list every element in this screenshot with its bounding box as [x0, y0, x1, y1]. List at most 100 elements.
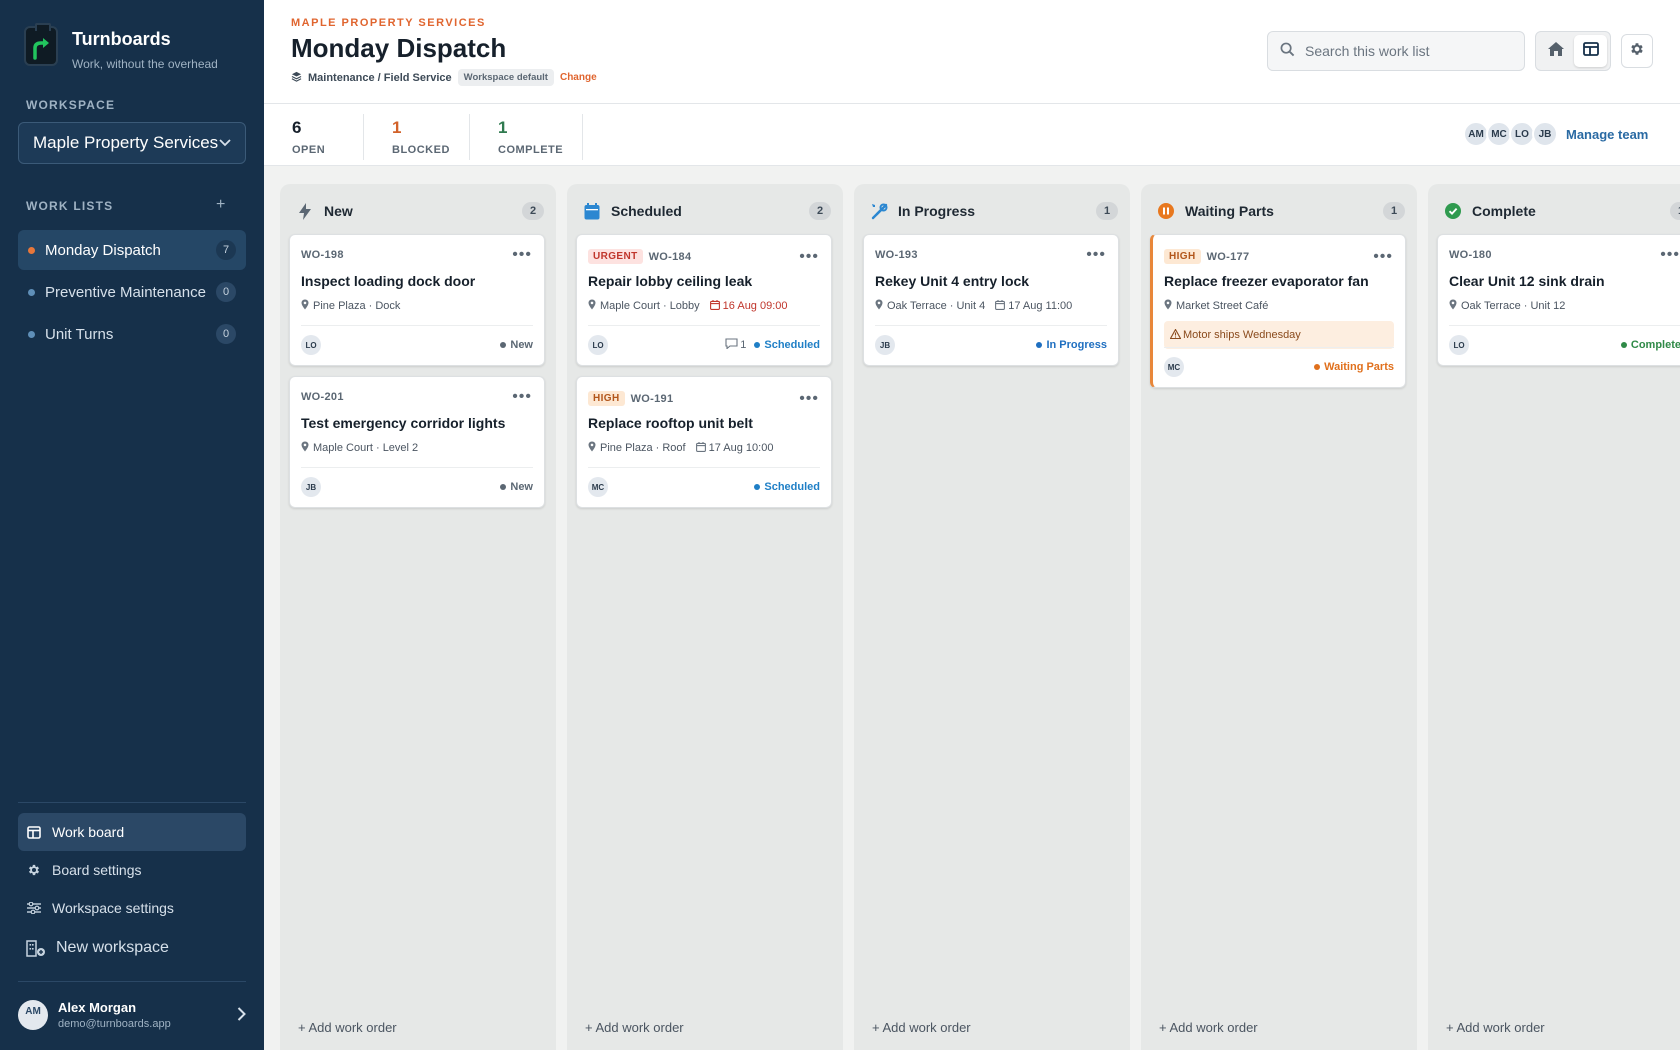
location-text: Pine Plaza · Roof [600, 442, 686, 454]
work-list-monday-dispatch[interactable]: Monday Dispatch 7 [18, 230, 246, 270]
user-menu[interactable]: AM Alex Morgan demo@turnboards.app [18, 1000, 246, 1030]
work-order-id: WO-191 [630, 392, 674, 405]
board-view-button[interactable] [1574, 35, 1607, 67]
work-list-unit-turns[interactable]: Unit Turns 0 [18, 314, 246, 354]
add-work-order-button[interactable]: + Add work order [872, 1020, 971, 1035]
work-order-card[interactable]: HIGH WO-177 ••• Replace freezer evaporator … [1150, 234, 1406, 388]
user-name: Alex Morgan [58, 1000, 137, 1015]
list-dot [28, 288, 35, 296]
more-options-icon[interactable]: ••• [512, 247, 532, 263]
add-work-order-button[interactable]: + Add work order [1446, 1020, 1545, 1035]
more-options-icon[interactable]: ••• [1373, 248, 1393, 264]
board-icon [26, 824, 42, 840]
card-location: Pine Plaza · Dock [301, 299, 400, 313]
work-order-card[interactable]: WO-193 ••• Rekey Unit 4 entry lock Oak Terr… [863, 234, 1119, 366]
priority-badge: HIGH [1164, 249, 1201, 264]
add-work-order-button[interactable]: + Add work order [1159, 1020, 1258, 1035]
settings-button[interactable] [1621, 34, 1653, 68]
comment-count[interactable]: 1 [725, 338, 746, 352]
card-footer: LO New [301, 335, 533, 355]
avatar: AM [18, 1000, 48, 1030]
nav-new-workspace[interactable]: New workspace [18, 929, 246, 967]
assignee-avatar[interactable]: JB [301, 477, 321, 497]
work-list-count: 0 [216, 282, 236, 302]
change-template-link[interactable]: Change [560, 72, 597, 83]
workspace-select[interactable]: Maple Property Services [18, 122, 246, 164]
add-work-order-button[interactable]: + Add work order [585, 1020, 684, 1035]
column-count: 2 [522, 202, 544, 220]
map-pin-icon [1449, 299, 1457, 313]
work-order-card[interactable]: WO-198 ••• Inspect loading dock door Pine P… [289, 234, 545, 366]
nav-board-settings[interactable]: Board settings [18, 851, 246, 889]
nav-work-board[interactable]: Work board [18, 813, 246, 851]
assignee-avatar[interactable]: LO [301, 335, 321, 355]
due-date-text: 17 Aug 10:00 [708, 442, 774, 454]
status-dot [1314, 364, 1321, 370]
calendar-icon [995, 299, 1006, 313]
app-name: Turnboards [72, 29, 171, 49]
list-dot [28, 246, 35, 254]
more-options-icon[interactable]: ••• [512, 389, 532, 405]
add-work-order-button[interactable]: + Add work order [298, 1020, 397, 1035]
work-order-id: WO-193 [875, 249, 918, 261]
assignee-avatar[interactable]: LO [588, 335, 608, 355]
status-text: In Progress [1046, 339, 1107, 351]
work-list-label: Unit Turns [45, 325, 114, 343]
page-title: Monday Dispatch [291, 33, 507, 63]
card-divider [588, 325, 820, 326]
more-options-icon[interactable]: ••• [799, 248, 819, 264]
location-text: Maple Court · Level 2 [313, 442, 419, 454]
workspace-label: WORKSPACE [26, 98, 116, 112]
location-text: Oak Terrace · Unit 12 [1461, 300, 1566, 312]
nav-workspace-settings[interactable]: Workspace settings [18, 889, 246, 927]
stats-bar: 6 OPEN 1 BLOCKED 1 COMPLETE AM MC LO JB … [264, 104, 1680, 166]
column-header: Scheduled 2 [583, 200, 831, 222]
assignee-avatar[interactable]: LO [1449, 335, 1469, 355]
column-complete: Complete 1 WO-180 ••• Clear Unit 12 sink dra… [1428, 184, 1680, 1050]
column-header: In Progress 1 [870, 200, 1118, 222]
work-order-card[interactable]: WO-180 ••• Clear Unit 12 sink drain Oak Ter… [1437, 234, 1680, 366]
clipboard-logo-icon [24, 23, 58, 66]
workspace-select-value: Maple Property Services [33, 133, 219, 152]
column-title: Scheduled [611, 203, 682, 219]
due-date: 16 Aug 09:00 [709, 299, 788, 313]
work-order-card[interactable]: URGENT WO-184 ••• Repair lobby ceiling leak… [576, 234, 832, 366]
column-title: New [324, 203, 353, 219]
map-pin-icon [588, 299, 596, 313]
more-options-icon[interactable]: ••• [1660, 247, 1680, 263]
view-toggle [1535, 31, 1611, 71]
assignee-avatar[interactable]: JB [875, 335, 895, 355]
more-options-icon[interactable]: ••• [1086, 247, 1106, 263]
home-icon [1547, 41, 1565, 62]
assignee-avatar[interactable]: MC [588, 477, 608, 497]
comment-icon [725, 338, 738, 352]
card-divider [588, 467, 820, 468]
more-options-icon[interactable]: ••• [799, 390, 819, 406]
column-header: Complete 1 [1444, 200, 1680, 222]
home-view-button[interactable] [1539, 35, 1572, 67]
building-add-icon [26, 939, 46, 957]
add-list-button[interactable]: + [216, 196, 225, 214]
page-header: MAPLE PROPERTY SERVICES Monday Dispatch … [264, 0, 1680, 104]
search-input[interactable]: Search this work list [1267, 31, 1525, 71]
workspace-default-pill: Workspace default [457, 69, 554, 86]
map-pin-icon [301, 299, 309, 313]
manage-team-link[interactable]: Manage team [1566, 127, 1648, 142]
blocker-note-text: Motor ships Wednesday [1183, 329, 1301, 341]
due-date: 17 Aug 10:00 [695, 441, 774, 455]
brand[interactable]: Turnboards Work, without the overhead [24, 23, 218, 71]
layers-icon [291, 71, 302, 85]
calendar-icon [709, 299, 720, 313]
warning-icon [1169, 327, 1182, 342]
card-location: Oak Terrace · Unit 4 17 Aug 11:00 [875, 299, 1072, 313]
card-location: Pine Plaza · Roof 17 Aug 10:00 [588, 441, 773, 455]
work-order-card[interactable]: WO-201 ••• Test emergency corridor lights M… [289, 376, 545, 508]
card-title: Rekey Unit 4 entry lock [875, 273, 1030, 289]
work-order-card[interactable]: HIGH WO-191 ••• Replace rooftop unit belt Pi… [576, 376, 832, 508]
card-footer: MC Scheduled [588, 477, 820, 497]
avatar[interactable]: JB [1532, 121, 1558, 147]
pause-icon [1157, 202, 1175, 220]
column-count: 1 [1383, 202, 1405, 220]
assignee-avatar[interactable]: MC [1164, 357, 1184, 377]
work-list-preventive-maintenance[interactable]: Preventive Maintenance 0 [18, 272, 246, 312]
